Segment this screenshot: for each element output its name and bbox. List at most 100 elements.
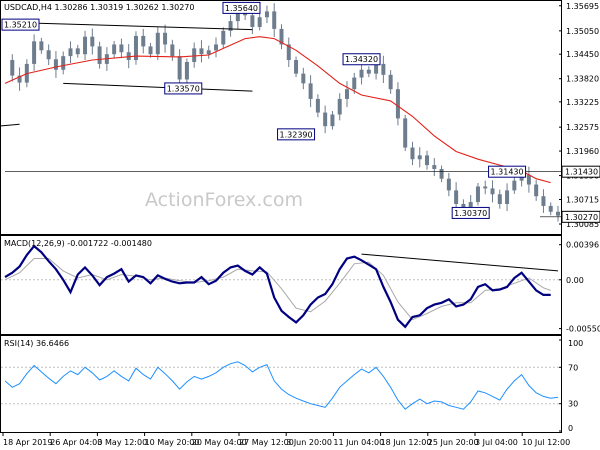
x-tick-label: 3 May 12:00 — [97, 438, 147, 447]
candle-body — [548, 205, 553, 212]
y-tick-label: 1.32575 — [566, 123, 599, 132]
candle-body — [68, 48, 73, 57]
candle-body — [221, 30, 226, 45]
candle-body — [264, 11, 269, 18]
candle-body — [214, 44, 219, 51]
rsi-chart — [1, 361, 561, 410]
rsi-header: RSI(14) 36.6466 — [4, 339, 69, 348]
candle-body — [10, 60, 15, 76]
candle-body — [395, 89, 400, 119]
candle-body — [170, 44, 175, 57]
candle-body — [417, 155, 422, 160]
price-label: 1.30370 — [454, 209, 487, 218]
macd-line — [4, 244, 551, 329]
y-tick-label: 1.31960 — [566, 147, 599, 156]
candle-body — [432, 165, 437, 169]
candle-body — [446, 178, 451, 191]
x-tick-label: 10 Jul 12:00 — [522, 438, 570, 447]
candle-body — [192, 48, 197, 62]
candle-body — [497, 194, 502, 204]
y-tick-label: 1.34450 — [566, 50, 599, 59]
x-tick-label: 11 Jun 04:00 — [333, 438, 384, 447]
candle-body — [53, 59, 58, 70]
candle-body — [475, 186, 480, 203]
candle-body — [206, 50, 211, 55]
candle-body — [534, 184, 539, 197]
chart-canvas: ActionForex.com 1.352101.356401.335701.3… — [0, 0, 600, 447]
y-tick-label: 1.33225 — [566, 98, 599, 107]
candle-body — [505, 190, 510, 204]
x-tick-label: 18 Jun 12:00 — [381, 438, 432, 447]
candle-body — [272, 11, 277, 29]
candle-body — [39, 41, 44, 51]
candle-body — [374, 63, 379, 74]
y-tick-label: 30 — [568, 400, 578, 409]
candle-body — [315, 98, 320, 113]
candle-body — [512, 180, 517, 191]
candle-body — [46, 50, 51, 60]
candle-body — [526, 174, 531, 185]
candle-body — [483, 186, 488, 189]
price-header: USDCAD,H4 1.30286 1.30319 1.30262 1.3027… — [4, 3, 194, 12]
watermark: ActionForex.com — [145, 189, 303, 211]
price-label: 1.34320 — [345, 55, 378, 64]
candle-body — [155, 32, 160, 55]
candle-body — [199, 48, 204, 55]
moving-average-line — [4, 36, 551, 184]
price-label: 1.35640 — [225, 4, 258, 13]
candle-body — [541, 196, 546, 206]
macd-chart — [1, 244, 561, 329]
rsi-panel-frame — [0, 335, 562, 433]
candle-body — [454, 190, 459, 204]
y-tick-label: 0 — [568, 424, 573, 433]
macd-panel-frame — [0, 235, 562, 335]
trendline — [0, 123, 20, 127]
y-tick-label: 0.003961 — [566, 241, 600, 250]
candle-body — [403, 118, 408, 148]
candle-body — [75, 48, 80, 55]
rsi-line — [4, 361, 559, 410]
candle-body — [141, 35, 146, 47]
price-label: 1.31430 — [491, 168, 524, 177]
x-tick-label: 3 Jul 04:00 — [475, 438, 518, 447]
y-tick-label: 1.35050 — [566, 27, 599, 36]
candle-body — [352, 77, 357, 90]
candle-body — [148, 46, 153, 55]
x-tick-label: 26 Apr 04:00 — [50, 438, 102, 447]
x-tick-label: 18 Apr 2019 — [3, 438, 52, 447]
trendline — [34, 22, 253, 31]
y-tick-label: 1.30715 — [566, 196, 599, 205]
candle-body — [323, 112, 328, 127]
macd-header: MACD(12,26,9) -0.001722 -0.001480 — [4, 239, 152, 248]
candle-body — [490, 188, 495, 195]
candle-body — [556, 211, 560, 216]
price-label: 1.33570 — [167, 84, 200, 93]
x-tick-label: 25 Jun 20:00 — [428, 438, 479, 447]
candle-body — [410, 147, 415, 160]
axis-price-tag-label: 1.31430 — [565, 168, 598, 177]
candle-body — [337, 98, 342, 115]
candle-body — [83, 36, 88, 55]
candle-body — [257, 17, 262, 27]
y-tick-label: 1.35695 — [566, 2, 599, 11]
candle-body — [330, 114, 335, 127]
candle-body — [163, 32, 168, 45]
candle-body — [381, 63, 386, 75]
candle-body — [177, 56, 182, 80]
candle-body — [425, 155, 430, 166]
trendline — [63, 82, 253, 92]
candle-body — [301, 73, 306, 84]
macd-trendline — [361, 253, 559, 272]
axis-price-tag-label: 1.30270 — [565, 213, 598, 222]
price-label: 1.32390 — [280, 130, 313, 139]
candle-body — [344, 89, 349, 99]
y-tick-label: 100 — [568, 339, 583, 348]
candle-body — [388, 74, 393, 90]
candle-body — [119, 44, 124, 53]
candle-body — [439, 168, 444, 179]
candle-body — [61, 56, 66, 70]
candle-body — [97, 46, 102, 64]
candle-body — [112, 44, 117, 55]
candle-body — [359, 69, 364, 78]
macd-signal-line — [4, 258, 551, 321]
